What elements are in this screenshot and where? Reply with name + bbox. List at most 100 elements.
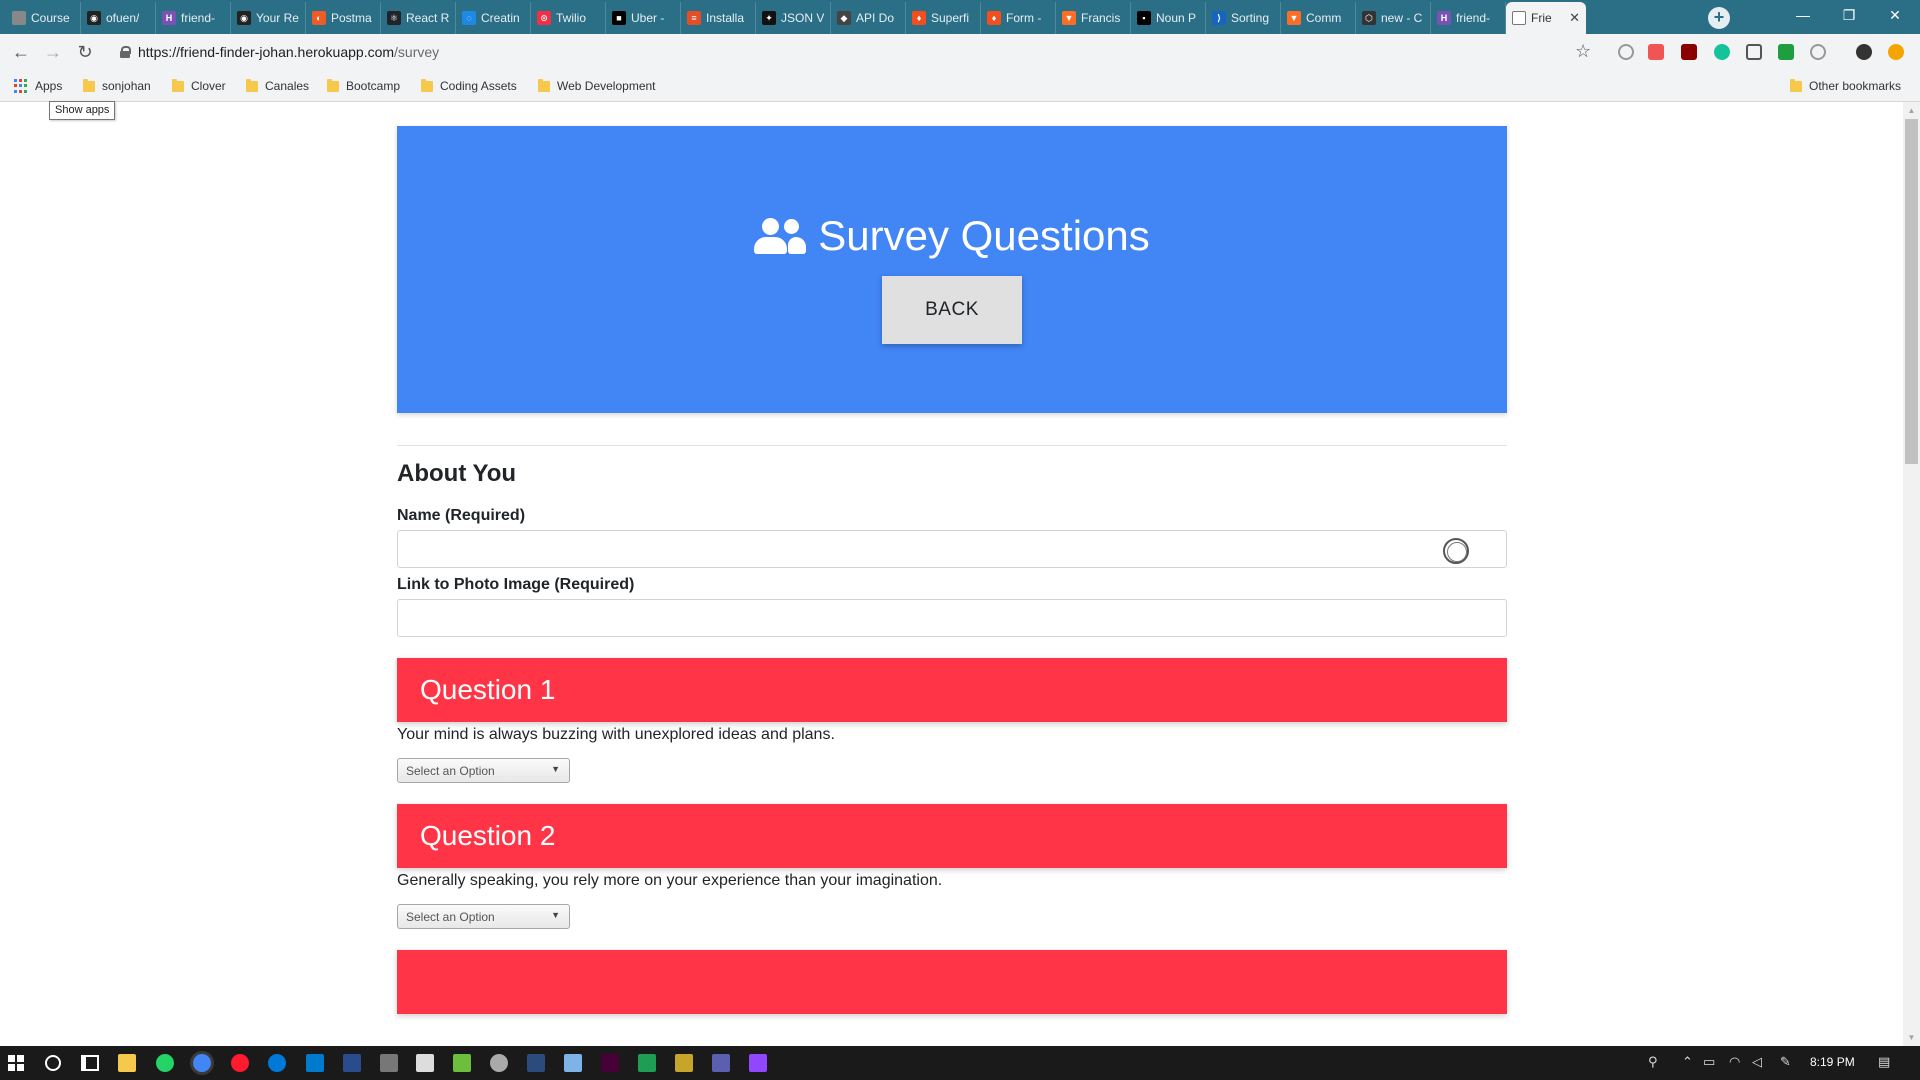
checkmark-extension-icon[interactable]: [1778, 44, 1794, 60]
browser-tab[interactable]: ♦ Superfi: [906, 2, 981, 34]
edge-icon[interactable]: [268, 1054, 286, 1072]
battery-icon[interactable]: ▭: [1703, 1054, 1715, 1070]
tab-favicon-icon: [12, 11, 26, 25]
browser-tab[interactable]: ♦ Form -: [981, 2, 1056, 34]
bookmark-star-icon[interactable]: ☆: [1575, 41, 1591, 62]
app-icon[interactable]: [564, 1054, 582, 1072]
app-icon[interactable]: [712, 1054, 730, 1072]
extension-gray-icon[interactable]: [1810, 44, 1826, 60]
volume-muted-icon[interactable]: ◁: [1752, 1054, 1762, 1070]
wifi-icon[interactable]: ◠: [1729, 1054, 1740, 1070]
clock-time[interactable]: 8:19 PM: [1810, 1055, 1855, 1069]
bookmark-folder[interactable]: Web Development: [538, 77, 656, 95]
app-icon[interactable]: [638, 1054, 656, 1072]
cortana-search-icon[interactable]: [45, 1055, 61, 1071]
tab-favicon-icon: ♦: [987, 11, 1001, 25]
update-alert-icon[interactable]: [1888, 44, 1904, 60]
browser-tab[interactable]: ▼ Comm: [1281, 2, 1356, 34]
photo-link-input[interactable]: [397, 599, 1507, 637]
tab-title: Noun P: [1156, 11, 1197, 25]
adobe-acrobat-icon[interactable]: [1681, 44, 1697, 60]
password-manager-icon[interactable]: [1443, 538, 1469, 564]
browser-tab[interactable]: ⬡ new - C: [1356, 2, 1431, 34]
file-explorer-icon[interactable]: [118, 1054, 136, 1072]
powershell-icon[interactable]: [343, 1054, 361, 1072]
minimize-button[interactable]: —: [1780, 0, 1826, 30]
tray-expand-icon[interactable]: ⌃: [1682, 1054, 1693, 1070]
extension-circle-icon[interactable]: [1618, 44, 1634, 60]
whatsapp-icon[interactable]: [156, 1054, 174, 1072]
browser-tab[interactable]: ▪ Noun P: [1131, 2, 1206, 34]
browser-tab[interactable]: ≡ Installa: [681, 2, 756, 34]
scroll-up-arrow-icon[interactable]: ▲: [1903, 102, 1920, 119]
profile-avatar[interactable]: [1856, 44, 1872, 60]
grammarly-icon[interactable]: [1714, 44, 1730, 60]
url-text[interactable]: https://friend-finder-johan.herokuapp.co…: [138, 44, 439, 60]
browser-tab[interactable]: ◐ Postma: [306, 2, 381, 34]
browser-tab[interactable]: Course: [6, 2, 81, 34]
close-tab-icon[interactable]: ✕: [1569, 10, 1580, 26]
new-tab-button[interactable]: +: [1708, 7, 1730, 29]
opera-icon[interactable]: [231, 1054, 249, 1072]
browser-tab[interactable]: ◆ API Do: [831, 2, 906, 34]
windows-start-icon[interactable]: [8, 1055, 24, 1071]
tab-title: API Do: [856, 11, 895, 25]
twitch-icon[interactable]: [749, 1054, 767, 1072]
browser-tab[interactable]: ◌ Creatin: [456, 2, 531, 34]
active-browser-tab[interactable]: Frie ✕: [1506, 2, 1586, 34]
apps-label: Apps: [35, 79, 63, 93]
back-button[interactable]: BACK: [882, 276, 1022, 344]
bookmark-folder[interactable]: Coding Assets: [421, 77, 517, 95]
restore-button[interactable]: ❐: [1826, 0, 1872, 30]
close-window-button[interactable]: ✕: [1872, 0, 1918, 30]
browser-tab[interactable]: Hfriend-: [156, 2, 231, 34]
browser-tab[interactable]: ⚛ React R: [381, 2, 456, 34]
tab-favicon-icon: ⟩: [1212, 11, 1226, 25]
bookmark-label: Canales: [265, 79, 310, 93]
page-scrollbar[interactable]: ▲ ▼: [1903, 102, 1920, 1046]
notification-icon[interactable]: ▤: [1878, 1054, 1890, 1070]
name-input[interactable]: [397, 530, 1507, 568]
apps-shortcut[interactable]: Apps: [14, 77, 62, 95]
app-icon[interactable]: [453, 1054, 471, 1072]
question-1-select[interactable]: Select an Option ▼: [397, 758, 570, 783]
back-nav-button[interactable]: ←: [10, 42, 32, 64]
reload-button[interactable]: ↻: [74, 42, 96, 64]
browser-tab[interactable]: ⊙ Twilio: [531, 2, 606, 34]
app-icon[interactable]: [490, 1054, 508, 1072]
scroll-thumb[interactable]: [1905, 119, 1918, 464]
people-icon[interactable]: ⚲: [1648, 1054, 1658, 1070]
chrome-icon[interactable]: [193, 1054, 211, 1072]
forward-nav-button[interactable]: →: [42, 42, 64, 64]
app-icon[interactable]: [527, 1054, 545, 1072]
bookmark-folder[interactable]: sonjohan: [83, 77, 151, 95]
app-icon[interactable]: [380, 1054, 398, 1072]
browser-tab[interactable]: Hfriend-: [1431, 2, 1506, 34]
tab-title: ofuen/: [106, 11, 140, 25]
pen-icon[interactable]: ✎: [1780, 1054, 1791, 1070]
other-bookmarks[interactable]: Other bookmarks: [1790, 77, 1901, 95]
question-2-select[interactable]: Select an Option ▼: [397, 904, 570, 929]
tab-title: Superfi: [931, 11, 970, 25]
browser-tab[interactable]: ◉ Your Re: [231, 2, 306, 34]
tab-favicon-icon: ◉: [87, 11, 101, 25]
browser-tab[interactable]: ⟩ Sorting: [1206, 2, 1281, 34]
vscode-icon[interactable]: [306, 1054, 324, 1072]
bookmark-folder[interactable]: Clover: [172, 77, 226, 95]
adobe-xd-icon[interactable]: [601, 1054, 619, 1072]
extension-red-icon[interactable]: [1648, 44, 1664, 60]
browser-tab[interactable]: ■ Uber -: [606, 2, 681, 34]
tab-favicon-icon: ⚛: [387, 11, 401, 25]
select-value: Select an Option: [406, 909, 495, 924]
mail-icon[interactable]: [416, 1054, 434, 1072]
address-bar[interactable]: https://friend-finder-johan.herokuapp.co…: [110, 38, 1600, 66]
browser-tab[interactable]: ▼ Francis: [1056, 2, 1131, 34]
scroll-down-arrow-icon[interactable]: ▼: [1903, 1029, 1920, 1046]
app-icon[interactable]: [675, 1054, 693, 1072]
cast-icon[interactable]: [1746, 44, 1762, 60]
browser-tab[interactable]: ✦ JSON V: [756, 2, 831, 34]
bookmark-folder[interactable]: Canales: [246, 77, 309, 95]
bookmark-folder[interactable]: Bootcamp: [327, 77, 400, 95]
task-view-icon[interactable]: [81, 1055, 99, 1071]
browser-tab[interactable]: ◉ ofuen/: [81, 2, 156, 34]
